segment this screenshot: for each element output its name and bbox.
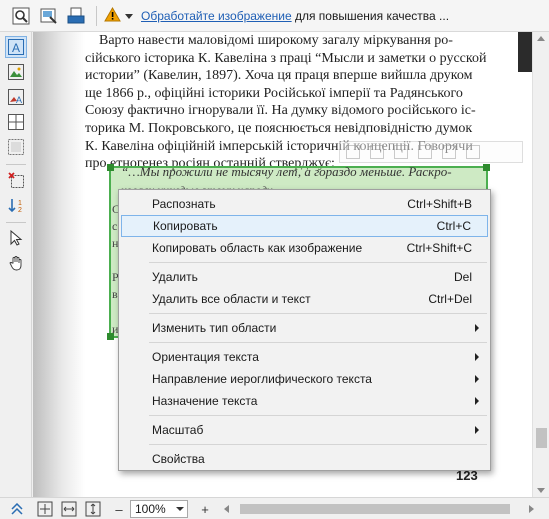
image-quality-notice: Обработайте изображение для повышения ка… bbox=[141, 9, 449, 23]
svg-text:A: A bbox=[16, 95, 22, 105]
text-line: торика М. Покровського, це пояснюється н… bbox=[85, 120, 473, 136]
menu-item-label: Ориентация текста bbox=[152, 350, 259, 364]
menu-item-copy[interactable]: Копировать Ctrl+C bbox=[121, 215, 488, 237]
menu-item-cjk-direction[interactable]: Направление иероглифического текста bbox=[121, 368, 488, 390]
process-image-link[interactable]: Обработайте изображение bbox=[141, 9, 292, 23]
background-picture-icon[interactable] bbox=[5, 136, 27, 158]
search-doc-icon[interactable] bbox=[10, 5, 32, 27]
menu-item-delete-all[interactable]: Удалить все области и текст Ctrl+Del bbox=[121, 288, 488, 310]
menu-item-shortcut: Ctrl+Shift+B bbox=[407, 197, 472, 211]
menu-item-shortcut: Ctrl+Del bbox=[428, 292, 472, 306]
scanner-icon[interactable] bbox=[65, 5, 87, 27]
zoom-select[interactable]: 100% bbox=[130, 500, 188, 518]
menu-item-text-orientation[interactable]: Ориентация текста bbox=[121, 346, 488, 368]
table-area-icon[interactable] bbox=[5, 111, 27, 133]
area-tools-panel: A A 12 bbox=[0, 32, 32, 511]
top-toolbar: Обработайте изображение для повышения ка… bbox=[0, 0, 549, 32]
menu-item-label: Назначение текста bbox=[152, 394, 258, 408]
svg-text:1: 1 bbox=[18, 200, 22, 207]
submenu-arrow-icon bbox=[475, 397, 479, 405]
svg-text:2: 2 bbox=[18, 207, 22, 213]
text-line: Союзу фактично ігнорували її. На думку в… bbox=[85, 103, 476, 119]
menu-item-label: Копировать область как изображение bbox=[152, 241, 363, 255]
scroll-down-icon[interactable] bbox=[537, 488, 545, 493]
vertical-scroll-thumb[interactable] bbox=[536, 428, 547, 448]
menu-item-label: Распознать bbox=[152, 197, 216, 211]
image-process-icon[interactable] bbox=[38, 5, 60, 27]
svg-text:A: A bbox=[12, 41, 20, 55]
picture-area-icon[interactable] bbox=[5, 61, 27, 83]
text-line: истории” (Кавелин, 1897). Хоча ця праця … bbox=[85, 68, 473, 84]
zoom-in-button[interactable]: + bbox=[196, 500, 214, 518]
text-on-picture-icon[interactable]: A bbox=[5, 86, 27, 108]
area-floating-toolbar[interactable] bbox=[339, 141, 523, 163]
menu-item-text-purpose[interactable]: Назначение текста bbox=[121, 390, 488, 412]
select-pointer-icon[interactable] bbox=[5, 227, 27, 249]
menu-item-label: Масштаб bbox=[152, 423, 204, 437]
submenu-arrow-icon bbox=[475, 375, 479, 383]
margin-char: в bbox=[112, 287, 118, 301]
menu-item-label: Удалить все области и текст bbox=[152, 292, 311, 306]
menu-item-label: Свойства bbox=[152, 452, 205, 466]
text-line: сійського історика К. Кавеліна з праці “… bbox=[85, 50, 487, 66]
chevron-down-icon bbox=[176, 507, 184, 511]
vertical-scrollbar[interactable] bbox=[532, 32, 549, 497]
horizontal-scrollbar[interactable] bbox=[220, 502, 538, 516]
menu-item-change-area-type[interactable]: Изменить тип области bbox=[121, 317, 488, 339]
menu-item-label: Копировать bbox=[153, 219, 218, 233]
menu-item-delete[interactable]: Удалить Del bbox=[121, 266, 488, 288]
scroll-right-icon[interactable] bbox=[529, 505, 534, 513]
scroll-left-icon[interactable] bbox=[224, 505, 229, 513]
menu-item-label: Удалить bbox=[152, 270, 198, 284]
margin-char: с bbox=[112, 219, 118, 233]
menu-item-zoom[interactable]: Масштаб bbox=[121, 419, 488, 441]
area-context-menu: Распознать Ctrl+Shift+B Копировать Ctrl+… bbox=[118, 189, 491, 471]
notice-text: для повышения качества ... bbox=[294, 9, 450, 23]
warning-icon bbox=[104, 6, 121, 25]
submenu-arrow-icon bbox=[475, 426, 479, 434]
delete-area-icon[interactable] bbox=[5, 169, 27, 191]
order-areas-icon[interactable]: 12 bbox=[5, 194, 27, 216]
menu-item-shortcut: Del bbox=[453, 270, 472, 284]
menu-item-label: Направление иероглифического текста bbox=[152, 372, 372, 386]
zoom-out-button[interactable]: – bbox=[110, 500, 128, 518]
horizontal-scroll-thumb[interactable] bbox=[240, 504, 510, 514]
text-line: ще 1866 р., офіційні історики Російської… bbox=[85, 85, 463, 101]
submenu-arrow-icon bbox=[475, 353, 479, 361]
menu-item-shortcut: Ctrl+Shift+C bbox=[406, 241, 472, 255]
text-line: Варто навести маловідомі широкому загалу… bbox=[99, 33, 453, 48]
menu-item-properties[interactable]: Свойства bbox=[121, 448, 488, 470]
fit-width-icon[interactable] bbox=[60, 500, 78, 518]
zoom-value: 100% bbox=[135, 502, 166, 516]
chevron-down-icon[interactable] bbox=[125, 9, 133, 23]
menu-item-shortcut: Ctrl+C bbox=[436, 219, 471, 233]
menu-item-recognize[interactable]: Распознать Ctrl+Shift+B bbox=[121, 193, 488, 215]
collapse-icon[interactable] bbox=[8, 500, 26, 518]
text-area-icon[interactable]: A bbox=[5, 36, 27, 58]
scroll-up-icon[interactable] bbox=[537, 36, 545, 41]
bottom-toolbar: – 100% + bbox=[0, 497, 549, 519]
menu-item-label: Изменить тип области bbox=[152, 321, 277, 335]
fit-page-icon[interactable] bbox=[36, 500, 54, 518]
hand-tool-icon[interactable] bbox=[5, 252, 27, 274]
submenu-arrow-icon bbox=[475, 324, 479, 332]
fit-height-icon[interactable] bbox=[84, 500, 102, 518]
quote-line: “…Мы прожили не тысячу лет, а гораздо ме… bbox=[121, 164, 452, 179]
menu-item-copy-as-image[interactable]: Копировать область как изображение Ctrl+… bbox=[121, 237, 488, 259]
